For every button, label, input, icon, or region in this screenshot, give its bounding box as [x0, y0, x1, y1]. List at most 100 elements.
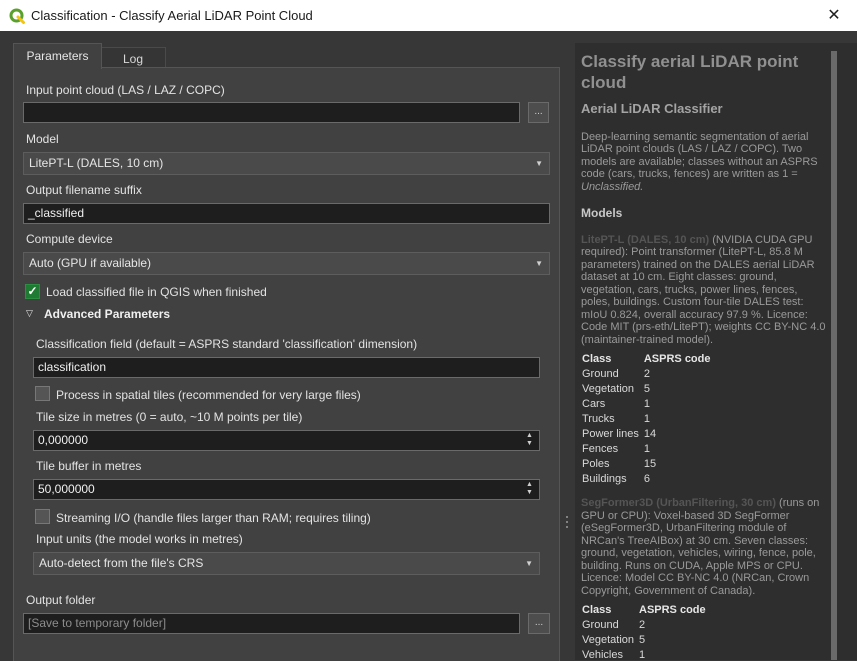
table-row: Ground 2	[581, 618, 710, 633]
table-row: Ground 2	[581, 367, 715, 382]
tile-size-input[interactable]: 0,000000	[33, 430, 540, 451]
help-intro: Deep-learning semantic segmentation of a…	[581, 131, 827, 194]
output-folder-label: Output folder	[26, 593, 96, 607]
table-header-class: Class	[582, 353, 612, 365]
code-cell: 2	[643, 368, 650, 380]
table-row: Vegetation 5	[581, 382, 715, 397]
code-cell: 14	[643, 428, 657, 440]
output-folder-button[interactable]: ...	[528, 613, 550, 634]
classification-field-input[interactable]: classification	[33, 357, 540, 378]
input-point-cloud-field[interactable]	[23, 102, 520, 123]
suffix-input[interactable]: _classified	[23, 203, 550, 224]
table-row: Vehicles 1	[581, 648, 710, 660]
code-cell: 1	[643, 398, 650, 410]
splitter-handle[interactable]	[565, 515, 569, 529]
qgis-logo-icon	[9, 8, 25, 24]
compute-device-label: Compute device	[26, 232, 113, 246]
table-row: Cars 1	[581, 397, 715, 412]
compute-device-value: Auto (GPU if available)	[29, 256, 152, 270]
spin-down-icon[interactable]: ▼	[526, 489, 533, 496]
model2-description: SegFormer3D (UrbanFiltering, 30 cm) (run…	[581, 497, 827, 597]
collapse-triangle-icon[interactable]: ▽	[26, 308, 33, 319]
parameters-panel: Input point cloud (LAS / LAZ / COPC) ...…	[13, 67, 560, 661]
code-cell: 1	[643, 443, 650, 455]
table-row: Buildings 6	[581, 472, 715, 487]
model2-class-table: Class ASPRS code Ground 2 Vegetation 5 Veh…	[581, 603, 710, 660]
class-cell: Buildings	[582, 473, 627, 485]
load-in-qgis-checkbox[interactable]: ✓	[25, 284, 40, 299]
model1-class-table: Class ASPRS code Ground 2 Vegetation 5 Car…	[581, 352, 715, 487]
code-cell: 5	[643, 383, 650, 395]
load-in-qgis-label: Load classified file in QGIS when finish…	[46, 285, 267, 299]
table-header-class: Class	[582, 604, 612, 616]
spin-up-icon[interactable]: ▲	[526, 481, 533, 488]
input-units-select[interactable]: Auto-detect from the file's CRS ▼	[33, 552, 540, 575]
chevron-down-icon: ▼	[535, 259, 543, 268]
help-scrollbar[interactable]	[831, 51, 837, 660]
input-browse-button[interactable]: ...	[528, 102, 549, 123]
streaming-io-label: Streaming I/O (handle files larger than …	[56, 511, 371, 525]
code-cell: 6	[643, 473, 650, 485]
tab-parameters[interactable]: Parameters	[13, 43, 102, 69]
input-units-label: Input units (the model works in metres)	[36, 532, 243, 546]
help-content: Classify aerial LiDAR point cloud Aerial…	[581, 51, 827, 660]
spin-down-icon[interactable]: ▼	[526, 440, 533, 447]
table-row: Vegetation 5	[581, 633, 710, 648]
input-point-cloud-label: Input point cloud (LAS / LAZ / COPC)	[26, 83, 225, 97]
input-units-value: Auto-detect from the file's CRS	[39, 556, 204, 570]
class-cell: Cars	[582, 398, 606, 410]
code-cell: 15	[643, 458, 657, 470]
tile-buffer-label: Tile buffer in metres	[36, 459, 142, 473]
code-cell: 5	[639, 634, 646, 646]
model1-name: LitePT-L (DALES, 10 cm)	[581, 233, 710, 246]
class-cell: Power lines	[582, 428, 639, 440]
model-label: Model	[26, 132, 59, 146]
table-row: Fences 1	[581, 442, 715, 457]
class-cell: Trucks	[582, 413, 615, 425]
table-header-code: ASPRS code	[639, 604, 706, 616]
window-title: Classification - Classify Aerial LiDAR P…	[31, 8, 313, 23]
tile-buffer-spinner[interactable]: ▲ ▼	[522, 480, 538, 499]
spin-up-icon[interactable]: ▲	[526, 432, 533, 439]
streaming-io-checkbox[interactable]	[35, 509, 50, 524]
table-row: Power lines 14	[581, 427, 715, 442]
tile-buffer-input[interactable]: 50,000000	[33, 479, 540, 500]
table-row: Trucks 1	[581, 412, 715, 427]
help-title: Classify aerial LiDAR point cloud	[581, 52, 799, 92]
code-cell: 1	[639, 649, 646, 660]
class-cell: Vehicles	[582, 649, 623, 660]
tile-size-spinner[interactable]: ▲ ▼	[522, 431, 538, 450]
tab-log[interactable]: Log	[100, 47, 166, 68]
suffix-label: Output filename suffix	[26, 183, 142, 197]
table-header-code: ASPRS code	[643, 353, 711, 365]
compute-device-select[interactable]: Auto (GPU if available) ▼	[23, 252, 550, 275]
table-header-row: Class ASPRS code	[581, 603, 710, 618]
models-heading: Models	[581, 206, 623, 220]
help-intro-text: Deep-learning semantic segmentation of a…	[581, 130, 818, 181]
model2-name: SegFormer3D (UrbanFiltering, 30 cm)	[581, 497, 776, 509]
model1-desc: (NVIDIA CUDA GPU required): Point transf…	[581, 233, 826, 346]
code-cell: 2	[639, 619, 646, 631]
class-cell: Fences	[582, 443, 619, 455]
model-select[interactable]: LitePT-L (DALES, 10 cm) ▼	[23, 152, 550, 175]
model2-desc: (runs on GPU or CPU): Voxel-based 3D Seg…	[581, 497, 820, 597]
advanced-parameters-header[interactable]: Advanced Parameters	[44, 307, 170, 321]
title-bar: Classification - Classify Aerial LiDAR P…	[0, 0, 857, 31]
table-row: Poles 15	[581, 457, 715, 472]
tile-size-label: Tile size in metres (0 = auto, ~10 M poi…	[36, 410, 303, 424]
chevron-down-icon: ▼	[535, 159, 543, 168]
spatial-tiles-checkbox[interactable]	[35, 386, 50, 401]
code-cell: 1	[643, 413, 650, 425]
model-select-value: LitePT-L (DALES, 10 cm)	[29, 156, 164, 170]
class-cell: Vegetation	[582, 383, 634, 395]
class-cell: Ground	[582, 368, 619, 380]
model1-description: LitePT-L (DALES, 10 cm) (NVIDIA CUDA GPU…	[581, 234, 827, 347]
parameters-area: Parameters Log Input point cloud (LAS / …	[13, 43, 560, 661]
class-cell: Poles	[582, 458, 610, 470]
output-folder-input[interactable]: [Save to temporary folder]	[23, 613, 520, 634]
table-header-row: Class ASPRS code	[581, 352, 715, 367]
chevron-down-icon: ▼	[525, 559, 533, 568]
class-cell: Ground	[582, 619, 619, 631]
classification-field-label: Classification field (default = ASPRS st…	[36, 337, 418, 351]
close-button[interactable]: ✕	[811, 0, 857, 31]
